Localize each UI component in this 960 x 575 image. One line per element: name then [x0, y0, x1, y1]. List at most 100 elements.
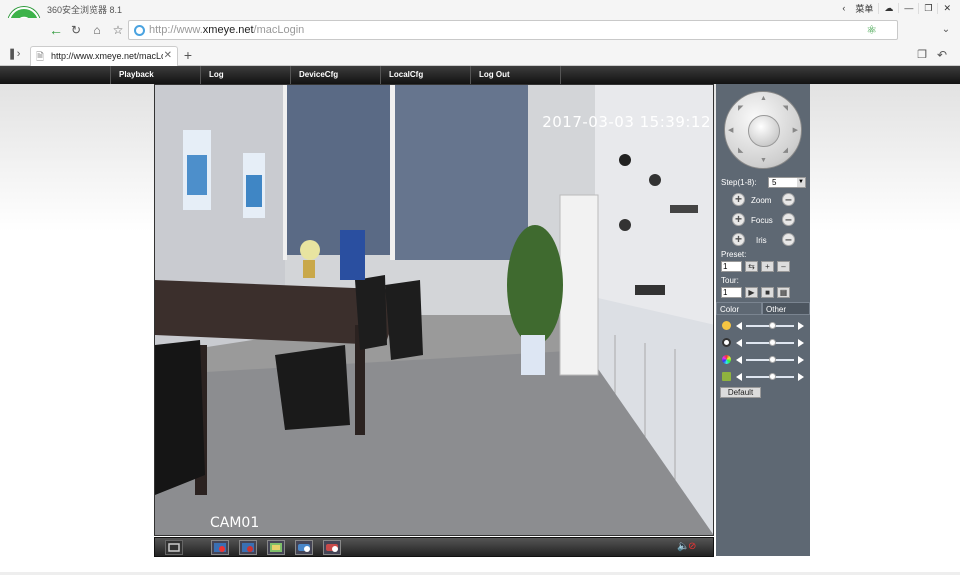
hue-decrease-icon[interactable] [736, 373, 742, 381]
home-icon[interactable]: ⌂ [89, 22, 105, 38]
tour-grid-icon[interactable]: ▦ [777, 287, 790, 298]
browser-title-bar: 360安全浏览器 8.1 ‹ 菜单 ☁ — ❐ ✕ [0, 0, 960, 18]
browser-nav-bar: ← ↻ ⌂ ☆ http://www.xmeye.net/macLogin ⚛ … [0, 18, 960, 44]
browser-tab[interactable]: 🗎 http://www.xmeye.net/macLogin ✕ [30, 46, 178, 66]
saturation-slider-row [722, 354, 806, 366]
image-settings-tabs: Color Other [716, 302, 810, 315]
ptz-downright-icon[interactable]: ◢ [783, 147, 788, 155]
address-text[interactable]: http://www.xmeye.net/macLogin [149, 24, 304, 36]
contrast-decrease-icon[interactable] [736, 339, 742, 347]
ptz-up-icon[interactable]: ▲ [760, 95, 767, 103]
brightness-icon [722, 321, 731, 330]
close-icon[interactable]: ✕ [937, 2, 956, 14]
tab-list-icon[interactable]: ❐ [914, 47, 930, 63]
contrast-slider[interactable] [746, 339, 794, 346]
restore-icon[interactable]: ❐ [918, 2, 937, 14]
ptz-down-icon[interactable]: ▼ [760, 157, 767, 165]
back-arrow-icon[interactable]: ← [48, 22, 64, 38]
brightness-increase-icon[interactable] [798, 322, 804, 330]
speed-mode-icon[interactable]: ⚛ [866, 23, 877, 37]
menu-localcfg[interactable]: LocalCfg [380, 66, 470, 84]
stop-record-icon[interactable] [239, 540, 257, 555]
camera-scene [155, 85, 713, 535]
hue-slider[interactable] [746, 373, 794, 380]
ptz-upright-icon[interactable]: ◥ [783, 105, 788, 113]
refresh-icon[interactable]: ↻ [68, 22, 84, 38]
saturation-slider[interactable] [746, 356, 794, 363]
hue-icon [722, 372, 731, 381]
video-toolbar: 🔈 ⊘ [154, 537, 714, 557]
contrast-increase-icon[interactable] [798, 339, 804, 347]
saturation-decrease-icon[interactable] [736, 356, 742, 364]
ptz-downleft-icon[interactable]: ◣ [738, 147, 743, 155]
step-select[interactable]: 5 ▼ [768, 177, 806, 188]
default-button[interactable]: Default [720, 387, 761, 398]
ptz-direction-pad[interactable]: ▲ ▼ ◀ ▶ ◤ ◥ ◣ ◢ [724, 91, 802, 169]
audio-record-icon[interactable] [323, 540, 341, 555]
menu-log[interactable]: Log [200, 66, 290, 84]
preset-input[interactable]: 1 [721, 261, 742, 272]
talk-icon[interactable] [295, 540, 313, 555]
contrast-slider-row [722, 337, 806, 349]
sidebar-toggle-icon[interactable]: ❚› [6, 46, 22, 62]
chevron-down-icon: ▼ [797, 178, 805, 187]
step-value: 5 [772, 178, 777, 187]
preset-label: Preset: [721, 250, 747, 259]
iris-label: Iris [756, 236, 767, 245]
favorite-star-icon[interactable]: ☆ [110, 22, 126, 38]
iris-open-button[interactable]: + [732, 233, 745, 246]
tab-other[interactable]: Other [762, 302, 810, 315]
tab-color[interactable]: Color [716, 302, 762, 315]
menu-logout[interactable]: Log Out [470, 66, 560, 84]
new-tab-icon[interactable]: + [180, 47, 196, 63]
brightness-decrease-icon[interactable] [736, 322, 742, 330]
snapshot-icon[interactable] [267, 540, 285, 555]
ptz-center-button[interactable] [748, 115, 780, 147]
preset-goto-icon[interactable]: ⇆ [745, 261, 758, 272]
tour-stop-icon[interactable]: ■ [761, 287, 774, 298]
brightness-slider[interactable] [746, 322, 794, 329]
app-title: 360安全浏览器 8.1 [47, 5, 123, 15]
focus-in-button[interactable]: + [732, 213, 745, 226]
slider-knob[interactable] [769, 373, 776, 380]
slider-knob[interactable] [769, 356, 776, 363]
mute-icon[interactable]: ⊘ [688, 541, 696, 552]
preset-add-icon[interactable]: + [761, 261, 774, 272]
page-icon: 🗎 [36, 52, 45, 63]
fullscreen-icon[interactable] [165, 540, 183, 555]
ptz-upleft-icon[interactable]: ◤ [738, 105, 743, 113]
tour-label: Tour: [721, 276, 739, 285]
preset-remove-icon[interactable]: – [777, 261, 790, 272]
contrast-icon [722, 338, 731, 347]
menu-chevron-icon[interactable]: ‹ [837, 3, 850, 13]
step-label: Step(1-8): [721, 178, 757, 187]
ptz-left-icon[interactable]: ◀ [728, 127, 733, 135]
skin-icon[interactable]: ☁ [878, 2, 898, 14]
hue-increase-icon[interactable] [798, 373, 804, 381]
local-record-icon[interactable] [211, 540, 229, 555]
address-bar[interactable]: http://www.xmeye.net/macLogin ⚛ [128, 20, 898, 40]
saturation-increase-icon[interactable] [798, 356, 804, 364]
app-top-menu: Playback Log DeviceCfg LocalCfg Log Out [0, 66, 960, 84]
tour-input[interactable]: 1 [721, 287, 742, 298]
menu-button[interactable]: 菜单 [850, 2, 878, 15]
menu-spacer [0, 66, 110, 84]
zoom-label: Zoom [751, 196, 772, 205]
zoom-in-button[interactable]: + [732, 193, 745, 206]
saturation-icon [722, 355, 731, 364]
menu-playback[interactable]: Playback [110, 66, 200, 84]
video-view[interactable]: 2017-03-03 15:39:12 CAM01 [154, 84, 714, 536]
focus-out-button[interactable]: – [782, 213, 795, 226]
slider-knob[interactable] [769, 339, 776, 346]
menu-devicecfg[interactable]: DeviceCfg [290, 66, 380, 84]
zoom-out-button[interactable]: – [782, 193, 795, 206]
undo-close-icon[interactable]: ↶ [934, 47, 950, 63]
dropdown-chevron-icon[interactable]: ⌄ [938, 22, 954, 38]
minimize-icon[interactable]: — [898, 3, 918, 13]
tab-close-icon[interactable]: ✕ [164, 50, 172, 61]
iris-close-button[interactable]: – [782, 233, 795, 246]
slider-knob[interactable] [769, 322, 776, 329]
menu-filler [560, 66, 960, 84]
ptz-right-icon[interactable]: ▶ [793, 127, 798, 135]
tour-play-icon[interactable]: ▶ [745, 287, 758, 298]
